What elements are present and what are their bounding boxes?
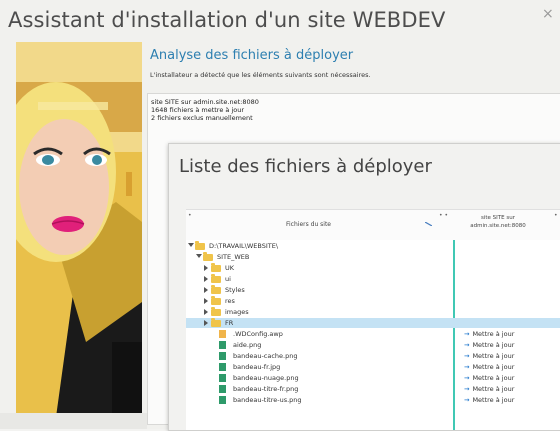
expand-arrow-icon[interactable] <box>204 320 208 326</box>
column-separator-icon[interactable]: • <box>554 212 558 219</box>
tree-folder-row[interactable]: res <box>186 296 560 306</box>
file-list-title: Liste des fichiers à déployer <box>179 156 432 177</box>
folder-icon <box>211 307 221 316</box>
column-header-site-files[interactable]: Fichiers du site <box>186 210 431 240</box>
tree-item-label: bandeau-titre-fr.png <box>233 385 299 393</box>
tree-file-row[interactable]: bandeau-titre-fr.png → Mettre à jour <box>186 384 560 394</box>
image-file-icon <box>219 396 226 404</box>
action-label: Mettre à jour <box>472 374 515 382</box>
tree-file-row[interactable]: bandeau-titre-us.png → Mettre à jour <box>186 395 560 405</box>
action-label: Mettre à jour <box>472 330 515 338</box>
tree-item-label: D:\TRAVAIL\WEBSITE\ <box>209 242 279 250</box>
arrow-right-icon: → <box>464 330 470 338</box>
illustration-image <box>16 42 142 417</box>
summary-line-excluded-count: 2 fichiers exclus manuellement <box>151 114 253 122</box>
folder-icon <box>211 263 221 272</box>
expand-arrow-icon[interactable] <box>204 309 208 315</box>
file-table-header: • Fichiers du site • • site SITE sur adm… <box>186 209 560 241</box>
folder-icon <box>211 296 221 305</box>
tree-item-label: Styles <box>225 286 245 294</box>
action-label: Mettre à jour <box>472 363 515 371</box>
tree-folder-row[interactable]: SITE_WEB <box>186 252 560 262</box>
expand-arrow-icon[interactable] <box>204 287 208 293</box>
image-file-icon <box>219 341 226 349</box>
collapse-arrow-icon[interactable] <box>196 254 202 258</box>
tree-folder-row[interactable]: ui <box>186 274 560 284</box>
action-cell[interactable]: → Mettre à jour <box>464 385 514 393</box>
arrow-right-icon: → <box>464 385 470 393</box>
file-tree[interactable]: D:\TRAVAIL\WEBSITE\ SITE_WEB UK ui Styles res… <box>186 240 560 430</box>
summary-line-site: site SITE sur admin.site.net:8080 <box>151 98 259 106</box>
action-cell[interactable]: → Mettre à jour <box>464 396 514 404</box>
installer-window: Assistant d'installation d'un site WEBDE… <box>0 0 560 431</box>
step-description: L'installateur a détecté que les élément… <box>150 71 371 79</box>
file-list-window: Liste des fichiers à déployer • Fichiers… <box>168 143 560 431</box>
tree-item-label: bandeau-fr.jpg <box>233 363 281 371</box>
arrow-right-icon: → <box>464 341 470 349</box>
tree-item-label: bandeau-titre-us.png <box>233 396 302 404</box>
summary-line-update-count: 1648 fichiers à mettre à jour <box>151 106 245 114</box>
arrow-right-icon: → <box>464 363 470 371</box>
window-title: Assistant d'installation d'un site WEBDE… <box>8 8 446 32</box>
folder-icon <box>211 318 221 327</box>
arrow-right-icon: → <box>464 374 470 382</box>
tree-folder-row[interactable]: UK <box>186 263 560 273</box>
close-icon[interactable]: × <box>542 6 554 22</box>
arrow-right-icon: → <box>464 352 470 360</box>
action-cell[interactable]: → Mettre à jour <box>464 330 514 338</box>
column-separator-icon[interactable]: • • <box>439 212 448 219</box>
tree-item-label: FR <box>225 319 234 327</box>
expand-arrow-icon[interactable] <box>204 265 208 271</box>
collapse-arrow-icon[interactable] <box>188 243 194 247</box>
tree-file-row[interactable]: bandeau-fr.jpg → Mettre à jour <box>186 362 560 372</box>
woman-portrait-image <box>16 42 142 417</box>
folder-icon <box>211 274 221 283</box>
folder-icon <box>203 252 213 261</box>
action-cell[interactable]: → Mettre à jour <box>464 374 514 382</box>
image-file-icon <box>219 352 226 360</box>
action-label: Mettre à jour <box>472 396 515 404</box>
folder-icon <box>195 241 205 250</box>
tree-item-label: bandeau-cache.png <box>233 352 298 360</box>
tree-item-label: images <box>225 308 249 316</box>
expand-arrow-icon[interactable] <box>204 276 208 282</box>
window-footer <box>0 413 147 429</box>
action-label: Mettre à jour <box>472 352 515 360</box>
folder-icon <box>211 285 221 294</box>
step-subtitle: Analyse des fichiers à déployer <box>150 48 354 63</box>
tree-item-label: .WDConfig.awp <box>233 330 283 338</box>
tree-item-label: UK <box>225 264 235 272</box>
action-cell[interactable]: → Mettre à jour <box>464 363 514 371</box>
tree-item-label: SITE_WEB <box>217 253 250 261</box>
tree-item-label: aide.png <box>233 341 262 349</box>
column-header-server-site[interactable]: site SITE sur admin.site.net:8080 <box>448 214 548 230</box>
tree-file-row[interactable]: .WDConfig.awp → Mettre à jour <box>186 329 560 339</box>
filter-icon[interactable] <box>425 222 432 226</box>
tree-file-row[interactable]: bandeau-nuage.png → Mettre à jour <box>186 373 560 383</box>
tree-folder-row[interactable]: FR <box>186 318 560 328</box>
tree-folder-row[interactable]: images <box>186 307 560 317</box>
expand-arrow-icon[interactable] <box>204 298 208 304</box>
image-file-icon <box>219 385 226 393</box>
tree-file-row[interactable]: bandeau-cache.png → Mettre à jour <box>186 351 560 361</box>
action-cell[interactable]: → Mettre à jour <box>464 341 514 349</box>
tree-item-label: ui <box>225 275 231 283</box>
action-label: Mettre à jour <box>472 341 515 349</box>
tree-item-label: res <box>225 297 235 305</box>
tree-file-row[interactable]: aide.png → Mettre à jour <box>186 340 560 350</box>
action-cell[interactable]: → Mettre à jour <box>464 352 514 360</box>
image-file-icon <box>219 363 226 371</box>
action-label: Mettre à jour <box>472 385 515 393</box>
tree-folder-row[interactable]: D:\TRAVAIL\WEBSITE\ <box>186 241 560 251</box>
config-file-icon <box>219 330 226 338</box>
image-file-icon <box>219 374 226 382</box>
tree-folder-row[interactable]: Styles <box>186 285 560 295</box>
arrow-right-icon: → <box>464 396 470 404</box>
tree-item-label: bandeau-nuage.png <box>233 374 299 382</box>
